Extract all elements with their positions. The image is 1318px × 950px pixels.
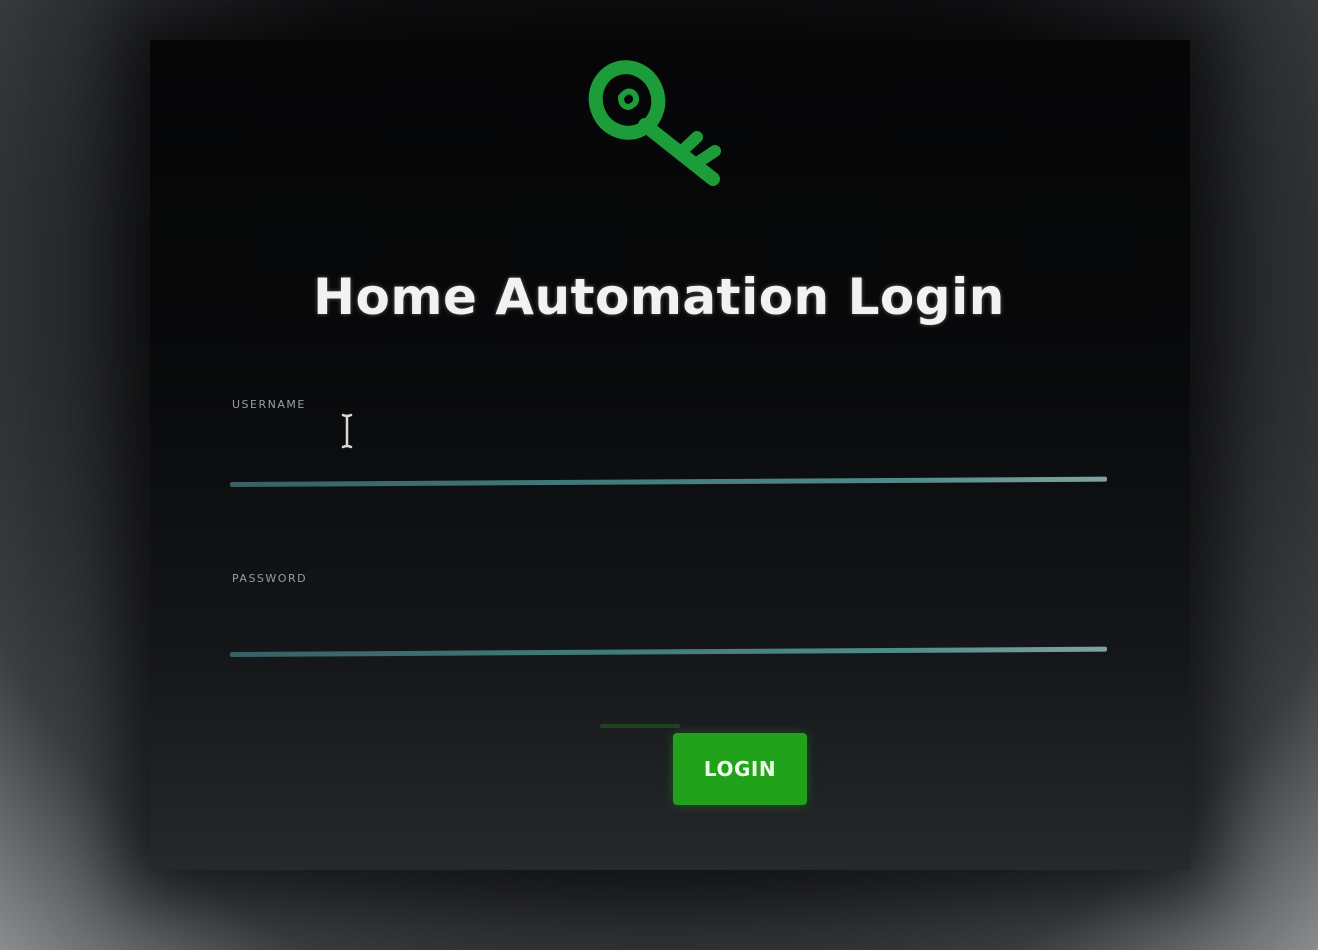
password-underline — [229, 646, 1107, 657]
password-input[interactable] — [230, 592, 1111, 644]
text-cursor-icon — [341, 413, 353, 449]
page-title: Home Automation Login — [313, 268, 1005, 326]
login-button[interactable]: LOGIN — [673, 733, 807, 805]
key-icon — [588, 60, 721, 186]
username-field[interactable]: USERNAME — [229, 398, 1111, 498]
username-input[interactable] — [230, 418, 1111, 470]
username-underline — [229, 476, 1107, 487]
password-label: PASSWORD — [232, 572, 308, 585]
username-label: USERNAME — [232, 398, 306, 411]
password-field[interactable]: PASSWORD — [229, 572, 1111, 672]
button-glow — [600, 724, 680, 728]
